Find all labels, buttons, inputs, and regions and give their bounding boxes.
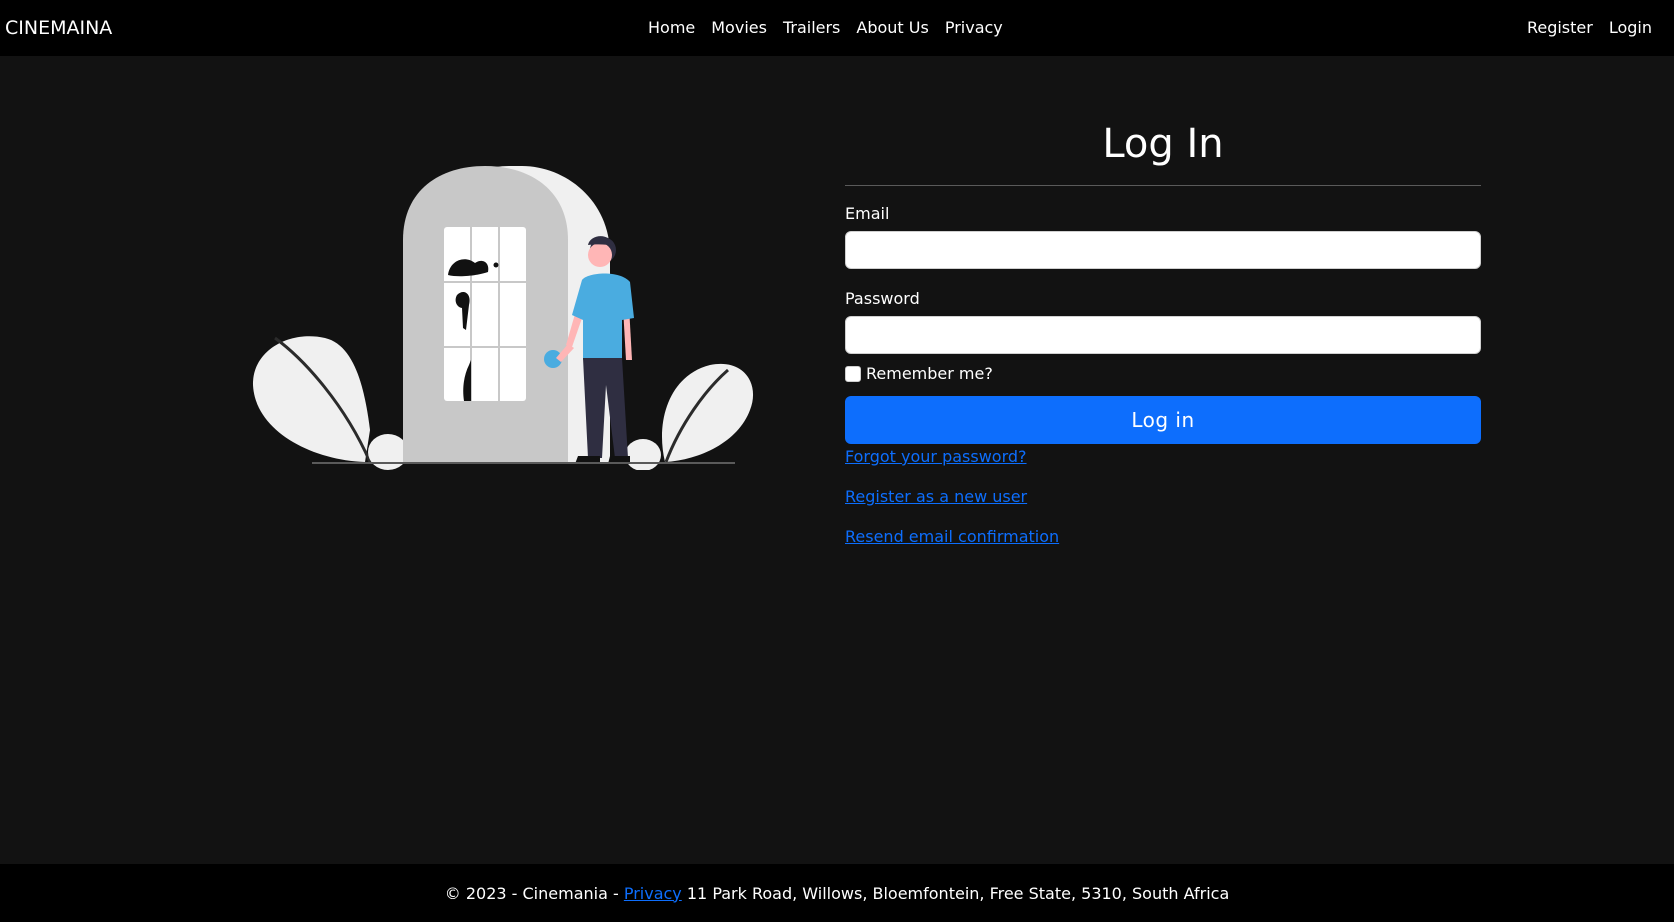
door-illustration-svg: [252, 166, 754, 471]
auth-nav: Register Login: [1519, 0, 1660, 56]
nav-link-trailers[interactable]: Trailers: [775, 16, 848, 40]
login-form: Log In Email Password Remember me? Log i…: [845, 112, 1481, 566]
brand-logo[interactable]: CINEMAINA: [5, 15, 112, 41]
nav-link-about-us[interactable]: About Us: [848, 16, 936, 40]
top-navbar: CINEMAINA Home Movies Trailers About Us …: [0, 0, 1674, 56]
window-silhouette-dot: [493, 262, 499, 268]
remember-me-checkbox[interactable]: [845, 366, 861, 382]
password-field[interactable]: [845, 316, 1481, 354]
register-new-user-link[interactable]: Register as a new user: [845, 486, 1027, 508]
nav-link-movies[interactable]: Movies: [703, 16, 775, 40]
small-bush-left: [368, 434, 408, 470]
password-label: Password: [845, 289, 920, 308]
small-bush-right: [625, 439, 661, 471]
person-head: [588, 243, 612, 267]
person-at-door-illustration: [250, 160, 760, 471]
nav-link-home[interactable]: Home: [640, 16, 703, 40]
nav-link-privacy[interactable]: Privacy: [937, 16, 1011, 40]
forgot-password-link[interactable]: Forgot your password?: [845, 446, 1027, 468]
nav-link-register[interactable]: Register: [1519, 16, 1601, 40]
email-group: Email: [845, 204, 1481, 269]
title-divider: [845, 185, 1481, 186]
door-window: [444, 227, 526, 401]
footer-privacy-link[interactable]: Privacy: [624, 884, 682, 903]
resend-confirmation-link[interactable]: Resend email confirmation: [845, 526, 1059, 548]
footer-copyright: © 2023 - Cinemania -: [444, 883, 619, 903]
remember-me-row: Remember me?: [845, 365, 1481, 383]
left-leaf-shape: [252, 336, 370, 462]
email-field[interactable]: [845, 231, 1481, 269]
nav-link-login[interactable]: Login: [1601, 16, 1660, 40]
email-label: Email: [845, 204, 890, 223]
remember-me-label[interactable]: Remember me?: [866, 365, 993, 383]
main-nav: Home Movies Trailers About Us Privacy: [640, 0, 1011, 56]
footer-address: 11 Park Road, Willows, Bloemfontein, Fre…: [686, 883, 1230, 903]
page-footer: © 2023 - Cinemania - Privacy 11 Park Roa…: [0, 864, 1674, 922]
right-leaf-shape: [662, 363, 754, 462]
account-links: Forgot your password? Register as a new …: [845, 446, 1481, 548]
login-submit-button[interactable]: Log in: [845, 396, 1481, 444]
password-group: Password: [845, 289, 1481, 354]
page-title: Log In: [1102, 121, 1224, 167]
